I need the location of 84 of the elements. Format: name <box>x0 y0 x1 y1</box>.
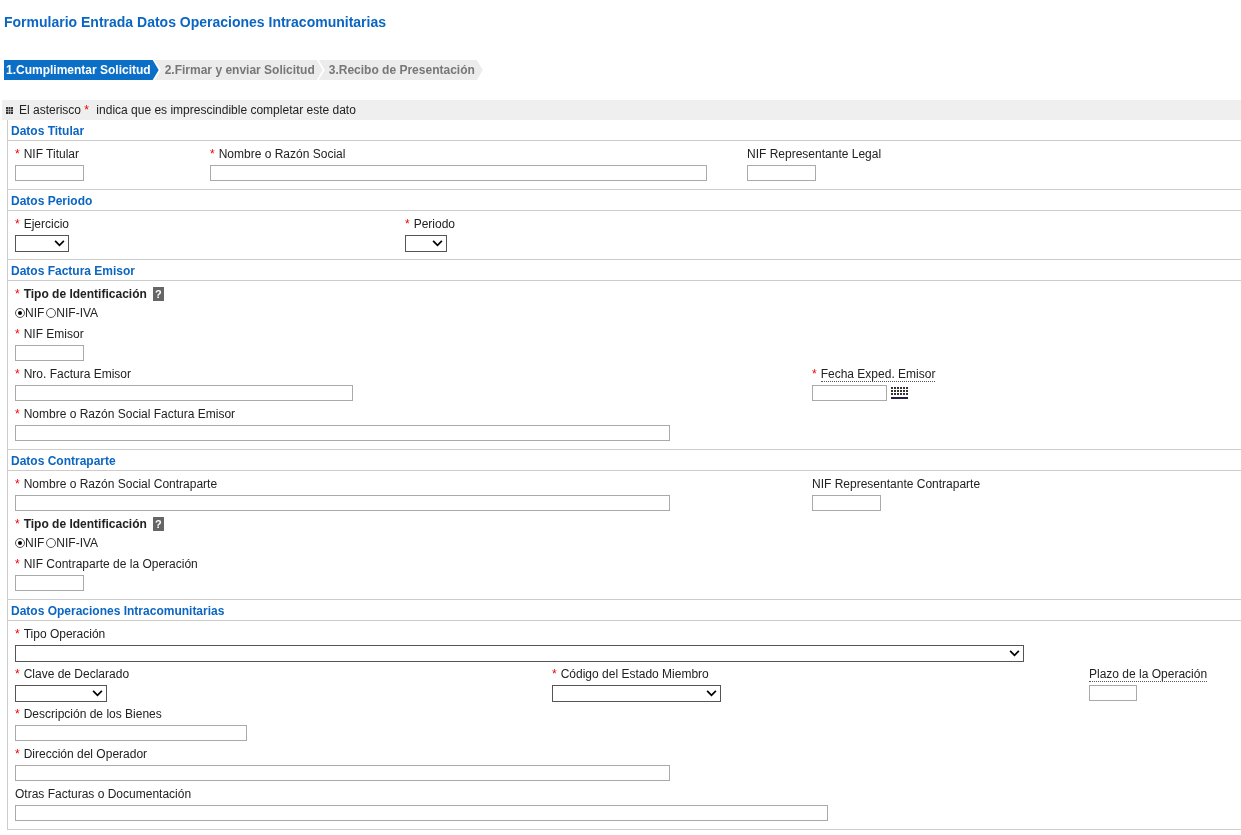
required-mark: * <box>15 146 20 163</box>
required-mark: * <box>15 516 20 533</box>
required-mark: * <box>15 476 20 493</box>
input-field[interactable] <box>747 165 816 181</box>
radio-label[interactable]: NIF <box>25 536 45 550</box>
input-field[interactable] <box>15 765 670 781</box>
required-mark: * <box>552 666 557 683</box>
section-title: Datos Titular <box>8 120 1241 141</box>
dropdown[interactable] <box>405 234 447 252</box>
field-label: NIF Representante Contraparte <box>812 476 981 493</box>
input-field[interactable] <box>15 495 670 511</box>
radio-button[interactable] <box>46 308 57 318</box>
required-mark: * <box>15 326 20 343</box>
help-button[interactable]: ? <box>152 517 164 531</box>
input-field[interactable] <box>812 385 887 401</box>
field-label: Tipo Operación <box>23 626 106 643</box>
required-mark: * <box>15 706 20 723</box>
field-label: NIF Representante Legal <box>747 146 882 163</box>
input-field[interactable] <box>210 165 707 181</box>
dropdown[interactable] <box>15 644 1024 662</box>
input-field[interactable] <box>15 575 84 591</box>
radio-label[interactable]: NIF <box>25 306 45 320</box>
required-mark: * <box>15 746 20 763</box>
grip-icon <box>6 106 13 114</box>
required-mark: * <box>812 366 817 383</box>
field-label: Fecha Exped. Emisor <box>820 366 936 382</box>
input-field[interactable] <box>15 165 84 181</box>
field-label: Nombre o Razón Social <box>218 146 346 163</box>
field-label: Tipo de Identificación <box>23 516 147 533</box>
section-title: Datos Factura Emisor <box>8 260 1241 281</box>
input-field[interactable] <box>1089 685 1137 701</box>
step-tab[interactable]: 2.Firmar y enviar Solicitud <box>154 60 323 80</box>
required-mark: * <box>15 286 20 303</box>
chevron-icon <box>706 689 717 697</box>
input-field[interactable] <box>15 345 84 361</box>
required-mark: * <box>15 406 20 423</box>
chevron-icon <box>1009 649 1020 657</box>
required-mark: * <box>15 666 20 683</box>
radio-button[interactable] <box>15 308 25 318</box>
field-label: NIF Contraparte de la Operación <box>23 556 198 573</box>
field-label: Dirección del Operador <box>23 746 148 763</box>
field-label: Código del Estado Miembro <box>560 666 709 683</box>
field-label: Nombre o Razón Social Contraparte <box>23 476 218 493</box>
radio-label[interactable]: NIF-IVA <box>56 306 99 320</box>
field-label: NIF Titular <box>23 146 79 163</box>
field-label: Clave de Declarado <box>23 666 130 683</box>
radio-button[interactable] <box>15 538 25 548</box>
notice-text: El asterisco * indica que es imprescindible completar este dato <box>19 103 356 117</box>
field-label: Nro. Factura Emisor <box>23 366 132 383</box>
chevron-icon <box>92 689 103 697</box>
field-label: Ejercicio <box>23 216 70 233</box>
chevron-icon <box>54 239 65 247</box>
section-title: Datos Operaciones Intracomunitarias <box>8 600 1241 621</box>
field-label: Tipo de Identificación <box>23 286 147 303</box>
required-mark: * <box>405 216 410 233</box>
dropdown[interactable] <box>552 684 721 702</box>
required-mark: * <box>15 366 20 383</box>
required-mark: * <box>15 216 20 233</box>
input-field[interactable] <box>15 725 247 741</box>
required-mark: * <box>210 146 215 163</box>
field-label: Nombre o Razón Social Factura Emisor <box>23 406 236 423</box>
calendar-icon[interactable] <box>891 387 908 399</box>
section-title: Datos Periodo <box>8 190 1241 211</box>
input-field[interactable] <box>812 495 881 511</box>
dropdown[interactable] <box>15 684 107 702</box>
field-label: Plazo de la Operación <box>1089 666 1208 682</box>
chevron-icon <box>432 239 443 247</box>
input-field[interactable] <box>15 425 670 441</box>
dropdown[interactable] <box>15 234 69 252</box>
radio-label[interactable]: NIF-IVA <box>56 536 99 550</box>
field-label: Otras Facturas o Documentación <box>15 786 192 803</box>
required-mark: * <box>15 556 20 573</box>
input-field[interactable] <box>15 385 353 401</box>
step-tab[interactable]: 3.Recibo de Presentación <box>318 60 483 80</box>
input-field[interactable] <box>15 805 828 821</box>
help-button[interactable]: ? <box>152 287 164 301</box>
radio-button[interactable] <box>46 538 57 548</box>
required-mark: * <box>15 626 20 643</box>
field-label: Descripción de los Bienes <box>23 706 162 723</box>
field-label: Periodo <box>413 216 456 233</box>
section-title: Datos Contraparte <box>8 450 1241 471</box>
field-label: NIF Emisor <box>23 326 84 343</box>
step-tab[interactable]: 1.Cumplimentar Solicitud <box>4 60 159 80</box>
page-title: Formulario Entrada Datos Operaciones Intracomunitarias <box>4 13 387 32</box>
